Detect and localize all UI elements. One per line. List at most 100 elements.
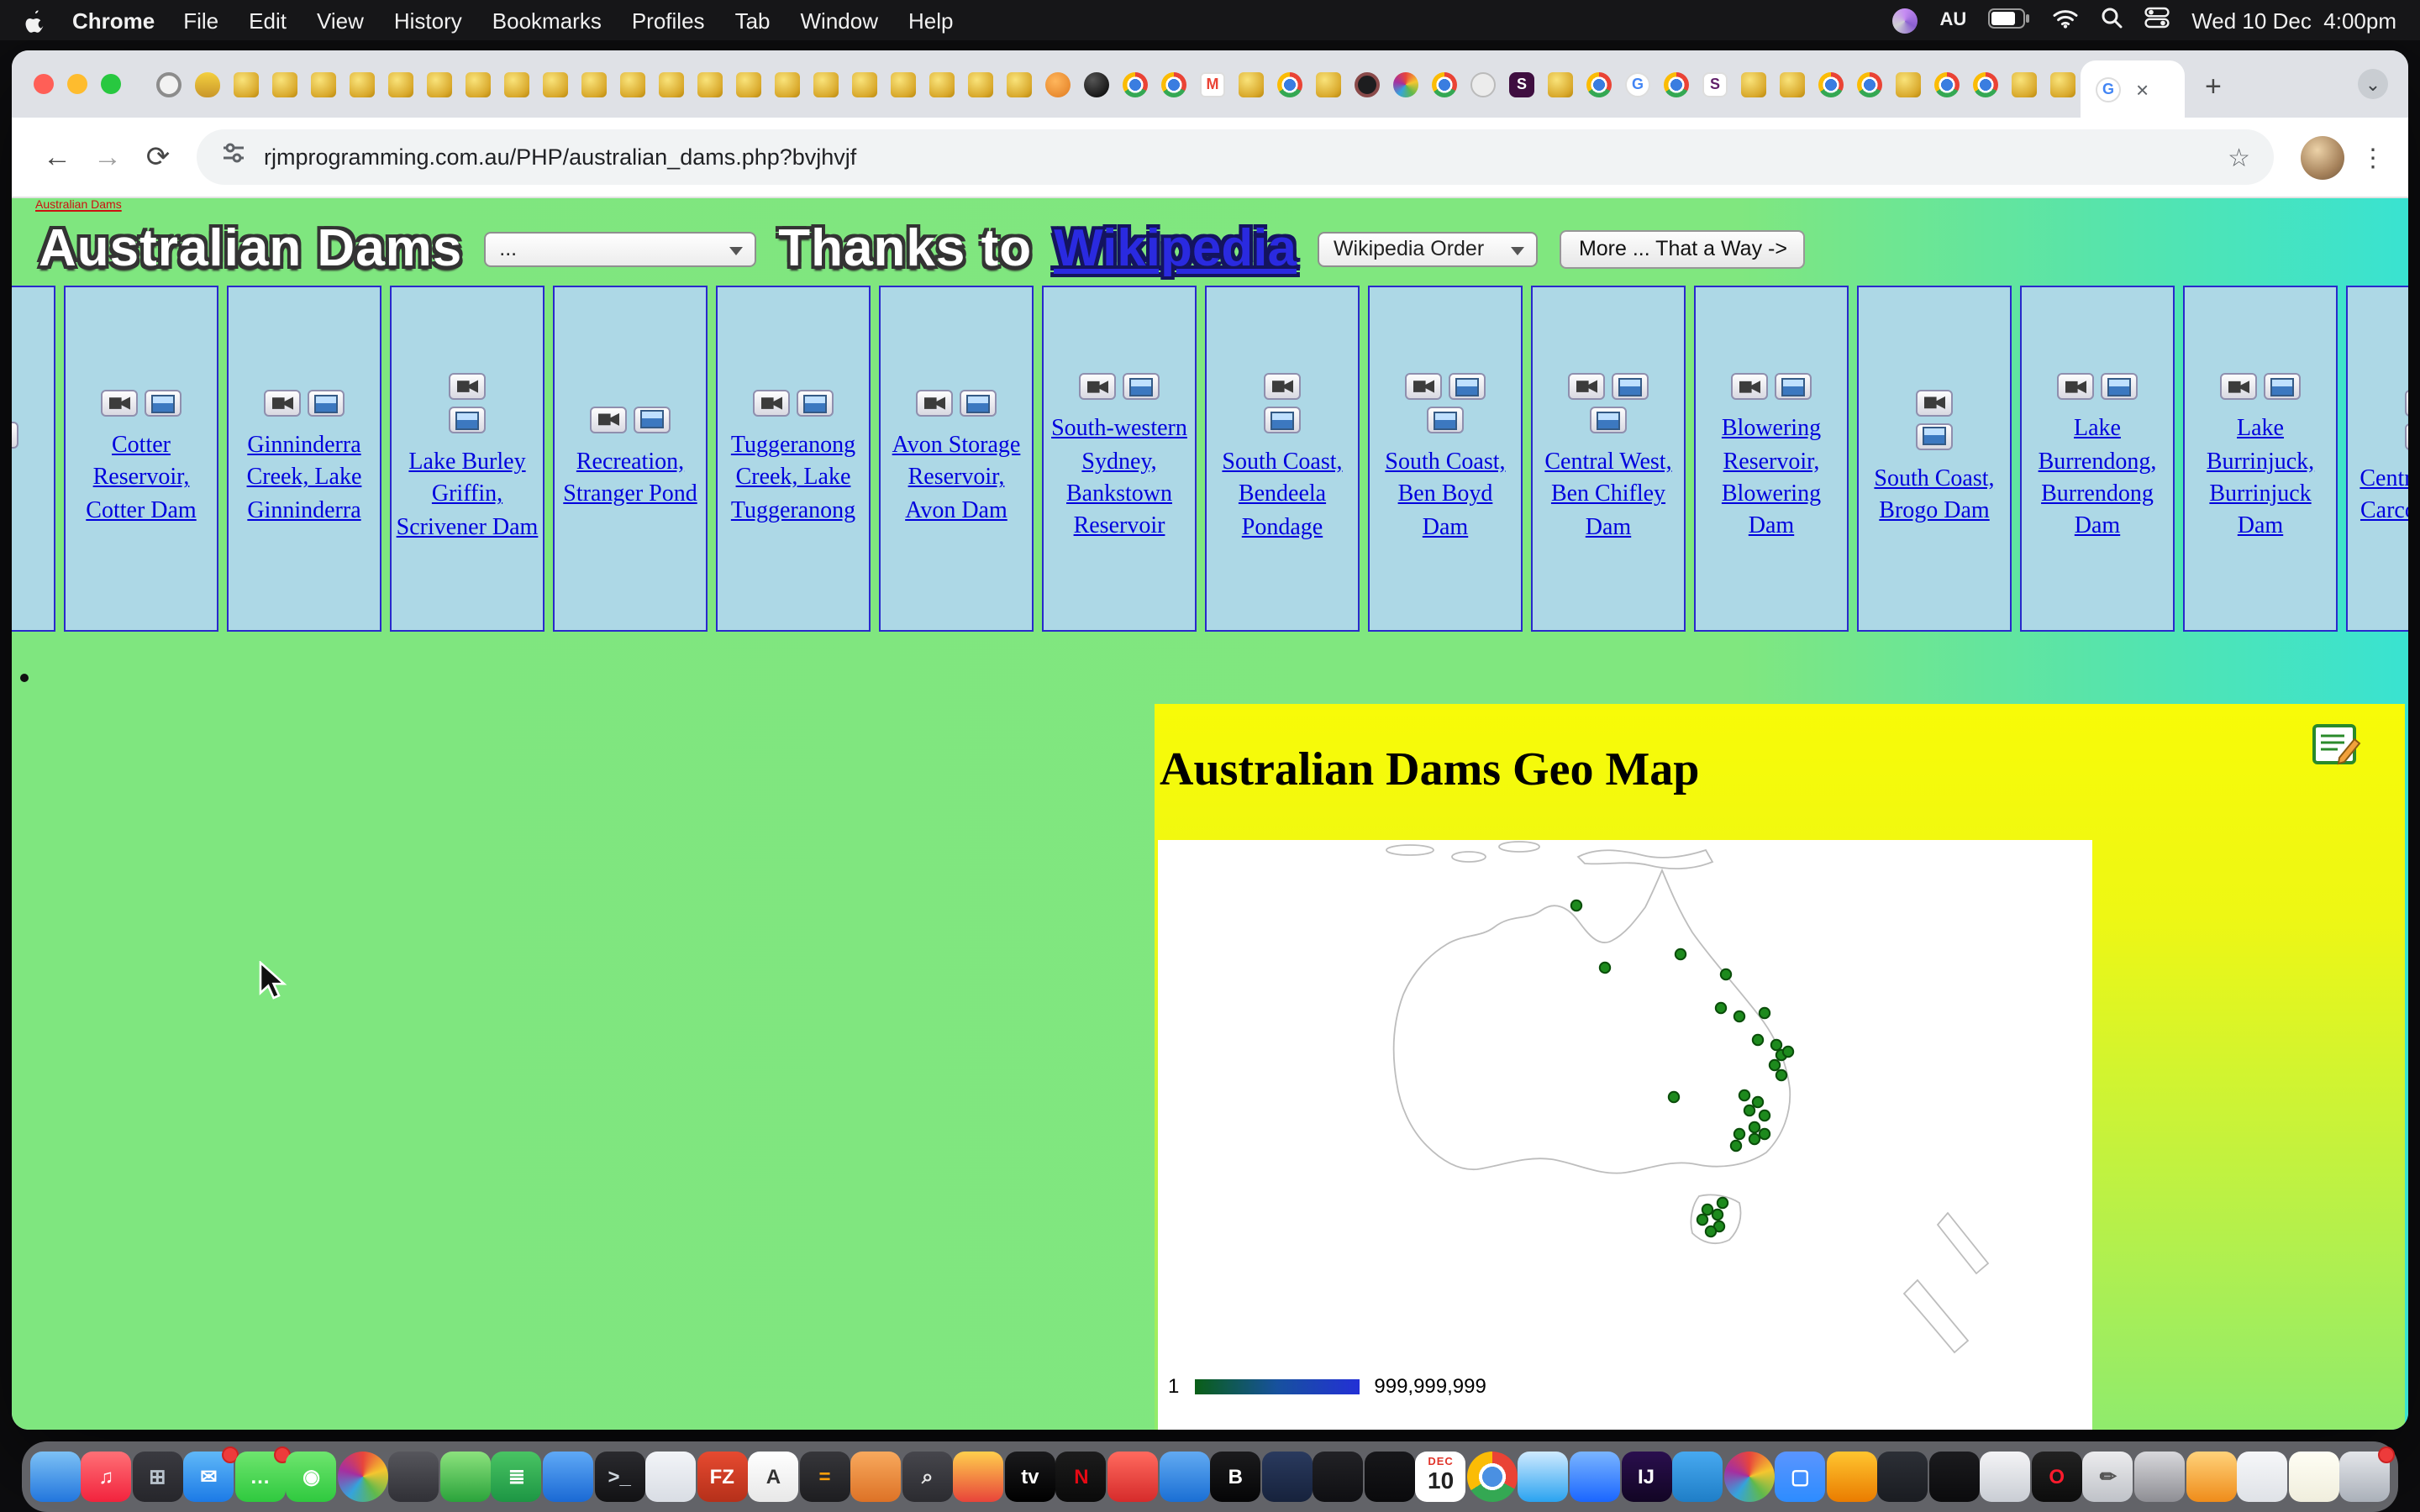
menu-window[interactable]: Window (801, 8, 879, 33)
dock-finder-icon[interactable] (29, 1452, 80, 1502)
battery-icon[interactable] (1988, 8, 2030, 33)
video-thumbnail-icon[interactable] (1916, 389, 1953, 416)
photo-thumbnail-icon[interactable] (1427, 407, 1464, 433)
dam-link[interactable]: South Coast, Bendeela Pondage (1210, 447, 1355, 544)
dam-link[interactable]: Recreation, Stranger Pond (558, 446, 702, 511)
tab-favicon-sd[interactable]: S (1509, 71, 1534, 97)
tab-favicon-dm[interactable] (1316, 71, 1341, 97)
video-thumbnail-icon[interactable] (101, 390, 138, 417)
dams-select[interactable]: ... (484, 231, 756, 266)
edit-notes-icon[interactable] (2311, 724, 2361, 776)
dock-trash-icon[interactable] (2339, 1452, 2390, 1502)
browser-menu-icon[interactable]: ⋮ (2358, 142, 2388, 172)
dam-link[interactable]: Central West, Ben Chifley Dam (1536, 447, 1681, 544)
dock-music-icon[interactable]: ♫ (81, 1452, 131, 1502)
photo-thumbnail-icon[interactable] (960, 390, 997, 417)
forward-button[interactable]: → (82, 140, 133, 174)
photo-thumbnail-icon[interactable] (1123, 374, 1160, 401)
address-bar[interactable]: rjmprogramming.com.au/PHP/australian_dam… (197, 129, 2274, 185)
tab-favicon-dm[interactable] (234, 71, 259, 97)
dam-link[interactable]: Lake Burley Griffin, Scrivener Dam (395, 447, 539, 544)
video-thumbnail-icon[interactable] (1731, 374, 1768, 401)
tab-favicon-dm[interactable] (2050, 71, 2075, 97)
tab-favicon-ch[interactable] (1123, 71, 1148, 97)
dam-link[interactable]: Avon Storage Reservoir, Avon Dam (884, 430, 1028, 528)
tab-favicon-dm[interactable] (697, 71, 723, 97)
tab-favicon-gm[interactable]: M (1200, 71, 1225, 97)
menu-profiles[interactable]: Profiles (632, 8, 705, 33)
tab-favicon-dm[interactable] (736, 71, 761, 97)
photo-thumbnail-icon[interactable] (1590, 407, 1627, 433)
dock-navy-icon[interactable] (1261, 1452, 1312, 1502)
dock-camera-icon[interactable] (389, 1452, 439, 1502)
photo-thumbnail-icon[interactable] (2405, 423, 2408, 449)
dam-link[interactable]: Lake Burrendong, Burrendong Dam (2025, 414, 2170, 544)
tab-favicon-dm[interactable] (1741, 71, 1766, 97)
dock-books-icon[interactable] (851, 1452, 902, 1502)
tab-favicon-dm[interactable] (1896, 71, 1921, 97)
dock-folder-icon[interactable] (645, 1452, 696, 1502)
dock-darkmulti-icon[interactable] (1877, 1452, 1928, 1502)
tab-favicon-dm[interactable] (427, 71, 452, 97)
tab-favicon-ch[interactable] (1586, 71, 1612, 97)
tab-favicon-ch[interactable] (1818, 71, 1844, 97)
tab-favicon-dm[interactable] (852, 71, 877, 97)
dock-terminal2-icon[interactable] (1313, 1452, 1363, 1502)
dam-link[interactable]: Cotter Reservoir, Cotter Dam (69, 430, 213, 528)
dock-intellij-icon[interactable]: IJ (1621, 1452, 1671, 1502)
menu-help[interactable]: Help (908, 8, 954, 33)
video-thumbnail-icon[interactable] (2405, 389, 2408, 416)
close-window-button[interactable] (34, 74, 54, 94)
tab-favicon-dm[interactable] (466, 71, 491, 97)
menu-history[interactable]: History (394, 8, 462, 33)
dock-textedit-icon[interactable]: A (748, 1452, 798, 1502)
geo-map[interactable]: 1 999,999,999 (1158, 840, 2092, 1430)
dam-link[interactable]: South Coast, Ben Boyd Dam (1373, 447, 1518, 544)
close-tab-icon[interactable]: × (2136, 76, 2149, 102)
tab-favicon-ch[interactable] (1934, 71, 1960, 97)
menu-bookmarks[interactable]: Bookmarks (492, 8, 602, 33)
dam-link[interactable]: South Coast, Brogo Dam (1862, 463, 2007, 528)
reload-button[interactable]: ⟳ (133, 140, 183, 174)
video-thumbnail-icon[interactable] (590, 406, 627, 433)
tab-favicon-ch[interactable] (1857, 71, 1882, 97)
dock-numbers-icon[interactable] (440, 1452, 491, 1502)
dock-appletv-icon[interactable]: tv (1005, 1452, 1055, 1502)
tab-favicon-gg[interactable]: G (1625, 71, 1650, 97)
bookmark-star-icon[interactable]: ☆ (2228, 142, 2250, 172)
tab-favicon-dm[interactable] (659, 71, 684, 97)
dock-terminal-icon[interactable]: >_ (594, 1452, 644, 1502)
tab-favicon-dm[interactable] (929, 71, 955, 97)
tab-favicon-dm[interactable] (1548, 71, 1573, 97)
tab-favicon-dm[interactable] (311, 71, 336, 97)
tab-favicon-dm[interactable] (2012, 71, 2037, 97)
tab-favicon-dm[interactable] (1239, 71, 1264, 97)
video-thumbnail-icon[interactable] (916, 390, 953, 417)
video-thumbnail-icon[interactable] (1568, 373, 1605, 400)
photo-thumbnail-icon[interactable] (1916, 423, 1953, 449)
photo-thumbnail-icon[interactable] (308, 390, 345, 417)
page-top-link[interactable]: Australian Dams (35, 200, 122, 212)
tab-favicon-bb[interactable] (1084, 71, 1109, 97)
tab-favicon-dm[interactable] (891, 71, 916, 97)
dock-calendar-icon[interactable]: DEC10 (1416, 1452, 1466, 1502)
tab-favicon-ch[interactable] (1664, 71, 1689, 97)
tab-favicon-rc[interactable] (1355, 71, 1380, 97)
photo-thumbnail-icon[interactable] (1775, 374, 1812, 401)
active-tab[interactable]: G × (2081, 60, 2185, 118)
dam-link[interactable]: Central West, Carcoar Dam (2351, 463, 2408, 528)
tab-favicon-dm[interactable] (350, 71, 375, 97)
tab-favicon-dm[interactable] (543, 71, 568, 97)
url-text[interactable]: rjmprogramming.com.au/PHP/australian_dam… (264, 144, 856, 170)
tab-search-button[interactable]: ⌄ (2358, 69, 2388, 99)
photo-thumbnail-icon[interactable] (145, 390, 182, 417)
tab-favicon-dm[interactable] (620, 71, 645, 97)
back-button[interactable]: ← (32, 140, 82, 174)
site-settings-icon[interactable] (220, 139, 247, 175)
dock-opera-icon[interactable]: O (2032, 1452, 2082, 1502)
dock-filezilla-icon[interactable]: FZ (697, 1452, 747, 1502)
photo-thumbnail-icon[interactable] (12, 423, 18, 449)
dock-pages-blue-icon[interactable] (543, 1452, 593, 1502)
dock-facetime-icon[interactable]: ◉ (287, 1452, 337, 1502)
minimize-window-button[interactable] (67, 74, 87, 94)
